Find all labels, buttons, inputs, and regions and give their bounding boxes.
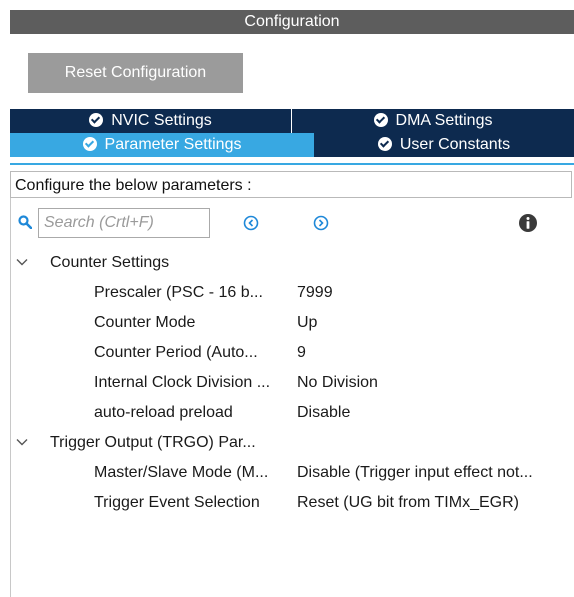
tab-label: Parameter Settings [104, 136, 242, 153]
parameter-row[interactable]: Counter Mode Up [0, 308, 574, 338]
chevron-down-icon [16, 439, 28, 446]
check-circle-icon [89, 113, 104, 127]
parameter-value: Reset (UG bit from TIMx_EGR) [297, 494, 519, 511]
tab-label: DMA Settings [395, 112, 493, 129]
tab-dma-settings[interactable]: DMA Settings [292, 109, 574, 133]
parameter-name: Counter Mode [94, 314, 196, 331]
info-icon[interactable] [518, 213, 538, 233]
parameter-name: Trigger Event Selection [94, 494, 260, 511]
parameter-value: No Division [297, 374, 378, 391]
parameter-name: auto-reload preload [94, 404, 233, 421]
tab-underline [10, 163, 574, 165]
parameter-row[interactable]: auto-reload preload Disable [0, 398, 574, 428]
group-label: Counter Settings [50, 254, 170, 271]
parameter-name: Internal Clock Division ... [94, 374, 271, 391]
tab-nvic-settings[interactable]: NVIC Settings [10, 109, 291, 133]
parameter-value: 9 [297, 344, 306, 361]
window-title: Configuration [244, 13, 340, 30]
parameter-row[interactable]: Master/Slave Mode (M... Disable (Trigger… [0, 458, 574, 488]
parameter-name: Counter Period (Auto... [94, 344, 258, 361]
previous-icon[interactable] [243, 215, 259, 231]
parameter-value: Disable (Trigger input effect not... [297, 464, 533, 481]
chevron-down-icon [16, 259, 28, 266]
reset-configuration-button[interactable]: Reset Configuration [28, 53, 243, 93]
check-circle-icon [82, 137, 97, 151]
tab-user-constants[interactable]: User Constants [314, 133, 574, 157]
tab-parameter-settings[interactable]: Parameter Settings [10, 133, 314, 157]
parameter-row[interactable]: Trigger Event Selection Reset (UG bit fr… [0, 488, 574, 518]
parameters-description: Configure the below parameters : [10, 171, 572, 198]
search-icon [18, 215, 32, 229]
parameter-value: Up [297, 314, 318, 331]
search-input[interactable] [38, 208, 210, 238]
next-icon[interactable] [313, 215, 329, 231]
parameter-row[interactable]: Internal Clock Division ... No Division [0, 368, 574, 398]
configuration-title-bar: Configuration [10, 10, 574, 34]
tab-label: User Constants [399, 136, 511, 153]
parameter-value: 7999 [297, 284, 333, 301]
parameter-value: Disable [297, 404, 351, 421]
parameter-row[interactable]: Prescaler (PSC - 16 b... 7999 [0, 278, 574, 308]
tab-label: NVIC Settings [111, 112, 212, 129]
parameter-row[interactable]: Counter Period (Auto... 9 [0, 338, 574, 368]
check-circle-icon [377, 137, 392, 151]
parameter-name: Prescaler (PSC - 16 b... [94, 284, 263, 301]
group-label: Trigger Output (TRGO) Par... [50, 434, 256, 451]
check-circle-icon [373, 113, 388, 127]
parameter-name: Master/Slave Mode (M... [94, 464, 269, 481]
